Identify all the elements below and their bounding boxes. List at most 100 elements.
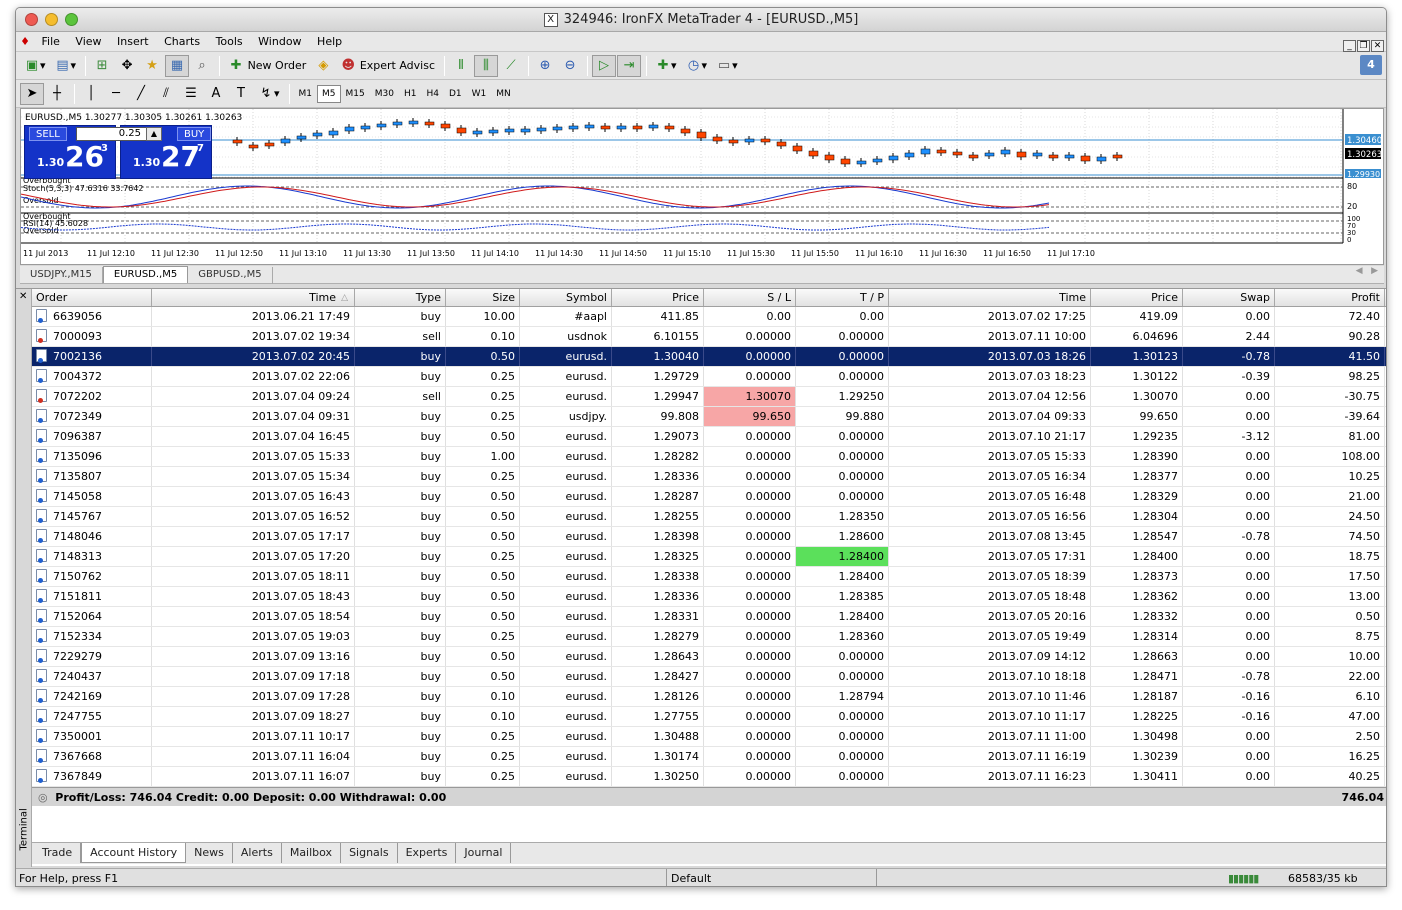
strategy-tester-button[interactable]: ⌕ [190, 55, 214, 77]
navigator-button[interactable]: ★ [140, 55, 164, 77]
menu-tools[interactable]: Tools [210, 32, 249, 52]
table-row[interactable]: 7350001 2013.07.11 10:17 buy 0.25 eurusd. 1.3… [32, 727, 1386, 747]
line-chart-button[interactable]: ⟋ [499, 55, 523, 77]
chart-window[interactable]: EURUSD.,M5 1.30277 1.30305 1.30261 1.302… [20, 108, 1384, 265]
market-watch-button[interactable]: ⊞ [90, 55, 114, 77]
mdi-minimize-icon[interactable]: _ [1343, 40, 1356, 52]
table-row[interactable]: 7002136 2013.07.02 20:45 buy 0.50 eurusd. 1.3… [32, 347, 1386, 367]
column-header-5[interactable]: Price [612, 289, 704, 306]
column-header-2[interactable]: Type [355, 289, 446, 306]
chart-tab-eurusd-m5[interactable]: EURUSD.,M5 [102, 266, 189, 283]
zoom-in-button[interactable]: ⊕ [533, 55, 557, 77]
timeframe-m5[interactable]: M5 [317, 84, 341, 103]
new-order-button[interactable]: ✚ New Order [224, 55, 310, 77]
table-row[interactable]: 7150762 2013.07.05 18:11 buy 0.50 eurusd. 1.2… [32, 567, 1386, 587]
timeframe-m1[interactable]: M1 [294, 85, 318, 103]
app-menu-icon[interactable]: ♦ [18, 32, 32, 52]
tab-trade[interactable]: Trade [32, 843, 82, 863]
table-row[interactable]: 7135096 2013.07.05 15:33 buy 1.00 eurusd. 1.2… [32, 447, 1386, 467]
templates-button[interactable]: ▭ ▾ [712, 55, 742, 77]
vertical-line-button[interactable]: │ [79, 83, 103, 105]
data-window-button[interactable]: ✥ [115, 55, 139, 77]
table-row[interactable]: 7247755 2013.07.09 18:27 buy 0.10 eurusd. 1.2… [32, 707, 1386, 727]
cursor-button[interactable]: ➤ [20, 82, 44, 105]
text-button[interactable]: A [204, 83, 228, 105]
table-row[interactable]: 7072349 2013.07.04 09:31 buy 0.25 usdjpy. 99.… [32, 407, 1386, 427]
table-row[interactable]: 7135807 2013.07.05 15:34 buy 0.25 eurusd. 1.2… [32, 467, 1386, 487]
tab-news[interactable]: News [186, 843, 233, 863]
table-row[interactable]: 7072202 2013.07.04 09:24 sell 0.25 eurusd. 1.… [32, 387, 1386, 407]
new-chart-button[interactable]: ▣ ▾ [20, 55, 50, 77]
indicators-button[interactable]: ✚ ▾ [651, 55, 681, 77]
profiles-button[interactable]: ▤ ▾ [51, 55, 81, 77]
column-header-8[interactable]: Time [889, 289, 1091, 306]
timeframe-mn[interactable]: MN [491, 85, 516, 103]
column-header-3[interactable]: Size [446, 289, 520, 306]
table-row[interactable]: 7145058 2013.07.05 16:43 buy 0.50 eurusd. 1.2… [32, 487, 1386, 507]
fibonacci-button[interactable]: ☰ [179, 83, 203, 105]
table-row[interactable]: 7367849 2013.07.11 16:07 buy 0.25 eurusd. 1.3… [32, 767, 1386, 787]
table-row[interactable]: 7145767 2013.07.05 16:52 buy 0.50 eurusd. 1.2… [32, 507, 1386, 527]
table-row[interactable]: 7229279 2013.07.09 13:16 buy 0.50 eurusd. 1.2… [32, 647, 1386, 667]
tab-mailbox[interactable]: Mailbox [282, 843, 342, 863]
text-label-button[interactable]: T [229, 83, 253, 105]
close-terminal-icon[interactable]: ✕ [19, 291, 27, 302]
mdi-close-icon[interactable]: ✕ [1371, 40, 1384, 52]
tab-experts[interactable]: Experts [398, 843, 457, 863]
table-row[interactable]: 7242169 2013.07.09 17:28 buy 0.10 eurusd. 1.2… [32, 687, 1386, 707]
menu-help[interactable]: Help [311, 32, 348, 52]
bar-chart-button[interactable]: ⫴ [449, 55, 473, 77]
menu-window[interactable]: Window [252, 32, 307, 52]
table-row[interactable]: 7148313 2013.07.05 17:20 buy 0.25 eurusd. 1.2… [32, 547, 1386, 567]
timeframe-h1[interactable]: H1 [399, 85, 422, 103]
arrows-button[interactable]: ↯ ▾ [254, 83, 284, 105]
close-window-button[interactable] [25, 13, 38, 26]
chart-shift-button[interactable]: ⇥ [617, 54, 642, 77]
tab-journal[interactable]: Journal [456, 843, 512, 863]
table-row[interactable]: 7240437 2013.07.09 17:18 buy 0.50 eurusd. 1.2… [32, 667, 1386, 687]
column-header-6[interactable]: S / L [704, 289, 796, 306]
timeframe-h4[interactable]: H4 [421, 85, 444, 103]
column-header-10[interactable]: Swap [1183, 289, 1275, 306]
tab-signals[interactable]: Signals [341, 843, 398, 863]
zoom-out-button[interactable]: ⊖ [558, 55, 582, 77]
menu-insert[interactable]: Insert [111, 32, 155, 52]
table-row[interactable]: 7367668 2013.07.11 16:04 buy 0.25 eurusd. 1.3… [32, 747, 1386, 767]
column-header-9[interactable]: Price [1091, 289, 1183, 306]
table-row[interactable]: 7151811 2013.07.05 18:43 buy 0.50 eurusd. 1.2… [32, 587, 1386, 607]
menu-file[interactable]: File [36, 32, 66, 52]
tab-alerts[interactable]: Alerts [233, 843, 282, 863]
table-row[interactable]: 6639056 2013.06.21 17:49 buy 10.00 #aapl 411.… [32, 307, 1386, 327]
timeframe-m30[interactable]: M30 [370, 85, 399, 103]
timeframe-m15[interactable]: M15 [341, 85, 370, 103]
terminal-button[interactable]: ▦ [165, 54, 190, 77]
trendline-button[interactable]: ╱ [129, 83, 153, 105]
horizontal-line-button[interactable]: ─ [104, 83, 128, 105]
timeframe-d1[interactable]: D1 [444, 85, 467, 103]
tab-account-history[interactable]: Account History [81, 843, 187, 863]
mdi-restore-icon[interactable]: ❐ [1357, 40, 1370, 52]
periods-button[interactable]: ◷ ▾ [682, 55, 712, 77]
table-row[interactable]: 7096387 2013.07.04 16:45 buy 0.50 eurusd. 1.2… [32, 427, 1386, 447]
zoom-window-button[interactable] [65, 13, 78, 26]
table-row[interactable]: 7148046 2013.07.05 17:17 buy 0.50 eurusd. 1.2… [32, 527, 1386, 547]
table-row[interactable]: 7152334 2013.07.05 19:03 buy 0.25 eurusd. 1.2… [32, 627, 1386, 647]
table-row[interactable]: 7152064 2013.07.05 18:54 buy 0.50 eurusd. 1.2… [32, 607, 1386, 627]
menu-charts[interactable]: Charts [158, 32, 206, 52]
chart-canvas[interactable]: EURUSD.,M5 1.30277 1.30305 1.30261 1.302… [21, 109, 1383, 264]
candlesticks-button[interactable]: ⫼ [474, 54, 499, 77]
metaeditor-button[interactable]: ◈ [311, 55, 335, 77]
column-header-11[interactable]: Profit [1275, 289, 1385, 306]
menu-view[interactable]: View [69, 32, 107, 52]
column-header-0[interactable]: Order [32, 289, 152, 306]
minimize-window-button[interactable] [45, 13, 58, 26]
column-header-4[interactable]: Symbol [520, 289, 612, 306]
table-row[interactable]: 7004372 2013.07.02 22:06 buy 0.25 eurusd. 1.2… [32, 367, 1386, 387]
volume-up-icon[interactable]: ▲ [146, 127, 162, 141]
auto-scroll-button[interactable]: ▷ [592, 54, 617, 77]
table-row[interactable]: 7000093 2013.07.02 19:34 sell 0.10 usdnok 6.1… [32, 327, 1386, 347]
expert-advisors-button[interactable]: ☻ Expert Advisc [336, 55, 439, 77]
crosshair-button[interactable]: ┼ [45, 83, 69, 105]
column-header-7[interactable]: T / P [796, 289, 889, 306]
notifications-badge[interactable]: 4 [1360, 55, 1382, 75]
